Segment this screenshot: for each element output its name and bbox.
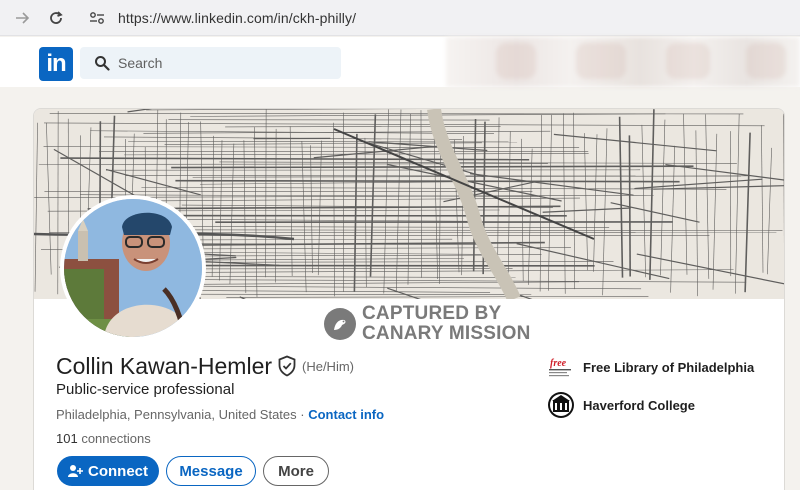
verified-shield-icon[interactable] [277, 355, 297, 377]
site-settings-icon [90, 11, 104, 24]
free-library-logo: free [547, 353, 575, 381]
blurred-nav-area [446, 37, 800, 87]
watermark-line-1: CAPTURED BY [362, 303, 502, 324]
contact-info-link[interactable]: Contact info [308, 407, 384, 422]
browser-toolbar: https://www.linkedin.com/in/ckh-philly/ [0, 0, 800, 36]
connections-count[interactable]: 101 connections [56, 431, 151, 446]
profile-photo-image [64, 199, 202, 337]
haverford-college-logo [547, 391, 575, 419]
watermark-text: CAPTURED BY CANARY MISSION [362, 304, 531, 344]
site-settings-button[interactable] [82, 4, 112, 32]
profile-name: Collin Kawan-Hemler [56, 353, 273, 379]
connections-number: 101 [56, 431, 78, 446]
profile-card: CAPTURED BY CANARY MISSION Collin Kawan-… [33, 108, 785, 490]
watermark-line-2: CANARY MISSION [362, 323, 531, 344]
separator-dot: · [296, 407, 309, 422]
org-name-free-library: Free Library of Philadelphia [583, 359, 755, 375]
canary-bird-icon [324, 308, 356, 340]
back-button[interactable] [6, 2, 38, 34]
pronouns: (He/Him) [302, 359, 354, 374]
org-free-library[interactable]: free Free Library of Philadelphia [547, 353, 754, 381]
connect-label: Connect [88, 462, 148, 480]
address-bar[interactable]: https://www.linkedin.com/in/ckh-philly/ [118, 10, 356, 26]
profile-headline: Public-service professional [56, 381, 235, 398]
linkedin-header: in [0, 37, 800, 87]
profile-photo[interactable] [60, 195, 206, 341]
message-button[interactable]: Message [166, 456, 256, 486]
canary-mission-watermark: CAPTURED BY CANARY MISSION [324, 304, 531, 344]
profile-location-line: Philadelphia, Pennsylvania, United State… [56, 407, 384, 422]
arrow-back-icon [16, 11, 30, 24]
more-button[interactable]: More [263, 456, 329, 486]
free-logo-text: free [550, 358, 567, 369]
location-text: Philadelphia, Pennsylvania, United State… [56, 407, 297, 422]
connect-button[interactable]: Connect [57, 456, 159, 486]
search-bar[interactable] [80, 47, 341, 79]
add-person-icon [68, 465, 83, 477]
search-icon [95, 56, 110, 71]
org-haverford[interactable]: Haverford College [547, 391, 695, 419]
search-input[interactable] [118, 55, 318, 71]
connections-label: connections [77, 431, 151, 446]
org-name-haverford: Haverford College [583, 397, 695, 413]
linkedin-logo[interactable]: in [39, 47, 73, 81]
reload-button[interactable] [40, 2, 72, 34]
reload-icon [50, 10, 63, 24]
